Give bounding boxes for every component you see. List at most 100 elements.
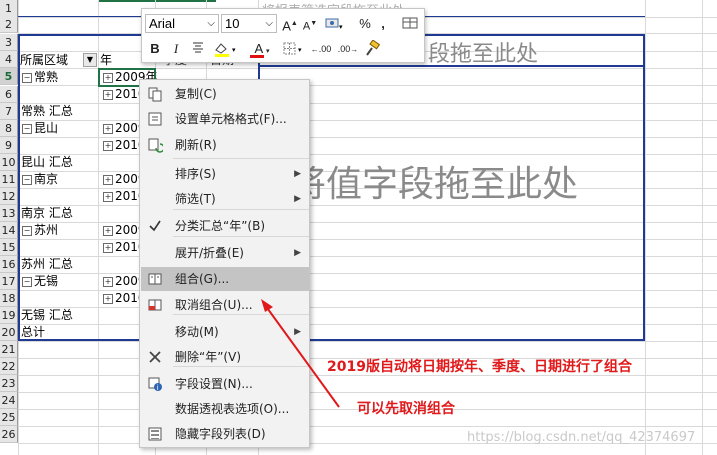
column-selection-indicator <box>98 0 216 2</box>
menu-item-label: 删除“年”(V) <box>175 350 242 364</box>
align-center-icon <box>193 42 203 53</box>
row-header[interactable]: 15 <box>0 239 18 256</box>
menu-item-3[interactable]: 刷新(R) <box>141 133 309 157</box>
watermark: https://blog.csdn.net/qq_42374697 <box>467 430 696 445</box>
increase-decimal-button[interactable]: ←.00 <box>310 40 332 58</box>
row-header[interactable]: 17 <box>0 273 18 290</box>
menu-separator <box>173 158 309 159</box>
svg-text:▾: ▾ <box>232 47 236 54</box>
menu-item-label: 设置单元格格式(F)... <box>175 112 287 126</box>
submenu-arrow-icon: ▶ <box>294 194 301 204</box>
row-header[interactable]: 3 <box>0 34 18 51</box>
format-painter-icon <box>366 39 381 56</box>
font-size-box[interactable]: 10 ⌵ <box>221 14 277 33</box>
chevron-down-icon: ⌵ <box>265 18 273 29</box>
menu-item-label: 筛选(T) <box>175 192 216 206</box>
field-list-icon <box>147 426 163 442</box>
menu-item-label: 分类汇总“年”(B) <box>175 219 266 233</box>
font-color-letter: A <box>254 41 263 56</box>
row-header[interactable]: 9 <box>0 137 18 154</box>
decrease-decimal-button[interactable]: .00→ <box>336 40 360 58</box>
menu-item-6[interactable]: 分类汇总“年”(B) <box>141 214 309 238</box>
percent-button[interactable]: % <box>357 15 373 33</box>
font-color-button[interactable]: A ▾ <box>248 40 276 58</box>
grid-hline <box>18 392 717 393</box>
row-header[interactable]: 11 <box>0 171 18 188</box>
font-name-box[interactable]: Arial ⌵ <box>145 14 219 33</box>
row-header[interactable]: 18 <box>0 290 18 307</box>
menu-item-4[interactable]: 排序(S) ▶ <box>141 162 309 186</box>
row-header[interactable]: 21 <box>0 341 18 358</box>
annotation-arrow <box>261 299 340 408</box>
chevron-down-icon: ⌵ <box>207 18 215 29</box>
menu-item-label: 刷新(R) <box>175 138 217 152</box>
menu-item-2[interactable]: 设置单元格格式(F)... <box>141 107 309 131</box>
annotation-note-grouping: 2019版自动将日期按年、季度、日期进行了组合 <box>327 359 632 375</box>
menu-item-label: 移动(M) <box>175 325 219 339</box>
fill-color-button[interactable]: ▾ <box>212 40 240 58</box>
row-header[interactable]: 1 <box>0 0 18 17</box>
bold-button[interactable]: B <box>148 40 162 58</box>
row-header[interactable]: 20 <box>0 324 18 341</box>
menu-item-label: 组合(G)... <box>175 272 230 286</box>
italic-button[interactable]: I <box>170 40 182 58</box>
font-color-swatch <box>250 55 264 58</box>
row-header[interactable]: 5 <box>0 68 18 85</box>
row-header[interactable]: 26 <box>0 426 18 443</box>
accounting-format-button[interactable]: ▾ <box>323 15 345 33</box>
group-icon <box>147 271 163 287</box>
annotation-note-ungroup: 可以先取消组合 <box>357 401 455 417</box>
row-header[interactable]: 10 <box>0 154 18 171</box>
row-header[interactable]: 12 <box>0 188 18 205</box>
format-cells-icon <box>147 111 163 127</box>
field-settings-icon: i <box>147 376 163 392</box>
grid-hline <box>18 341 717 342</box>
row-header[interactable]: 14 <box>0 222 18 239</box>
svg-text:i: i <box>157 384 159 392</box>
copy-icon <box>147 86 163 102</box>
fill-color-icon: ▾ <box>215 43 236 57</box>
row-header[interactable]: 6 <box>0 86 18 103</box>
refresh-icon <box>147 137 165 153</box>
svg-text:▾: ▾ <box>298 47 302 54</box>
row-header[interactable]: 24 <box>0 392 18 409</box>
borders-button[interactable]: ▾ <box>282 40 306 58</box>
menu-item-label: 字段设置(N)... <box>175 377 253 391</box>
row-header[interactable]: 13 <box>0 205 18 222</box>
font-size-value: 10 <box>225 16 240 31</box>
delete-icon <box>147 349 163 365</box>
menu-item-1[interactable]: 复制(C) <box>141 82 309 106</box>
grid-hline <box>18 426 717 427</box>
column-drop-hint: 段拖至此处 <box>428 42 539 67</box>
font-name-value: Arial <box>149 16 176 31</box>
menu-item-label: 排序(S) <box>175 167 216 181</box>
check-icon <box>147 218 163 234</box>
row-header[interactable]: 23 <box>0 375 18 392</box>
menu-item-label: 隐藏字段列表(D) <box>175 427 266 441</box>
row-header[interactable]: 8 <box>0 120 18 137</box>
menu-item-5[interactable]: 筛选(T) ▶ <box>141 187 309 211</box>
menu-item-14[interactable]: 隐藏字段列表(D) <box>141 422 309 446</box>
row-header[interactable]: 2 <box>0 16 18 33</box>
grow-font-button[interactable]: A▲ <box>282 15 298 33</box>
menu-item-7[interactable]: 展开/折叠(E) ▶ <box>141 241 309 265</box>
svg-text:▾: ▾ <box>339 24 343 31</box>
row-header[interactable]: 19 <box>0 307 18 324</box>
menu-item-label: 取消组合(U)... <box>175 298 253 312</box>
row-header[interactable]: 22 <box>0 358 18 375</box>
row-header[interactable]: 16 <box>0 256 18 273</box>
row-header[interactable]: 4 <box>0 51 18 68</box>
comma-button[interactable]: , <box>378 15 388 33</box>
value-drop-hint: 将值字段拖至此处 <box>290 164 579 205</box>
shrink-font-button[interactable]: A▼ <box>302 15 318 33</box>
accounting-icon: ▾ <box>325 18 343 31</box>
table-format-button[interactable] <box>400 15 420 33</box>
row-header[interactable]: 7 <box>0 103 18 120</box>
row-header[interactable]: 25 <box>0 409 18 426</box>
mini-toolbar: Arial ⌵ 10 ⌵ A▲ A▼ ▾ % , B I ▾ A ▾ ▾ ←.0… <box>141 8 425 63</box>
ungroup-icon <box>147 297 163 313</box>
menu-item-8[interactable]: 组合(G)... <box>141 267 309 291</box>
spreadsheet-grid[interactable]: 1 2 3 4 5 6 7 8 9 10 11 12 13 14 15 16 17 18 19 20 21 22 23 24 2… <box>0 0 717 455</box>
format-painter-button[interactable] <box>362 39 382 58</box>
align-center-button[interactable] <box>190 40 206 58</box>
